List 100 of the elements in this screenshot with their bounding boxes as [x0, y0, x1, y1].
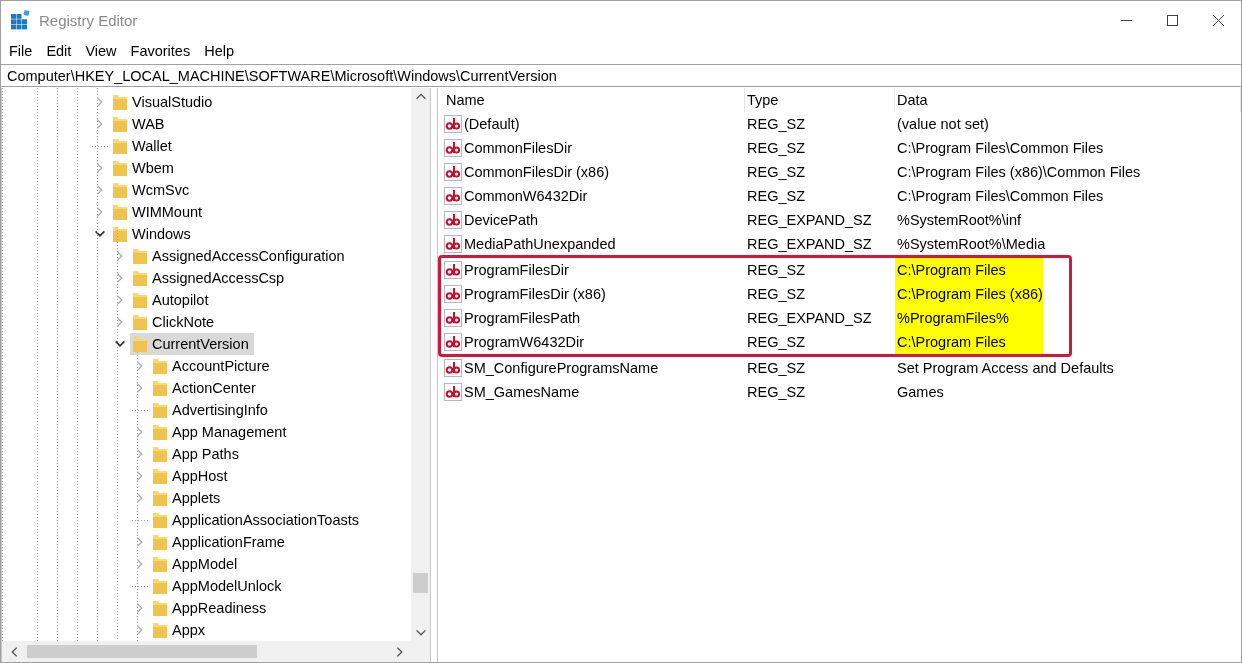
tree-item[interactable]: AppModelUnlock: [150, 575, 287, 597]
folder-icon: [112, 137, 128, 155]
folder-icon: [152, 621, 168, 639]
string-value-icon: [444, 309, 462, 327]
folder-icon: [112, 93, 128, 111]
string-value-icon: [444, 359, 462, 377]
string-value-icon: [444, 115, 462, 133]
folder-icon: [132, 269, 148, 287]
value-name-cell: ProgramFilesPath: [444, 309, 745, 327]
column-header[interactable]: Name: [444, 88, 745, 112]
value-data-cell-text: Games: [896, 383, 945, 402]
tree-item[interactable]: AppHost: [150, 465, 233, 487]
tree-item[interactable]: Windows: [110, 223, 196, 245]
tree-item[interactable]: WcmSvc: [110, 179, 195, 201]
value-type-cell-text: REG_SZ: [746, 360, 806, 376]
tree-item[interactable]: WIMMount: [110, 201, 208, 223]
value-data-cell-text: (value not set): [896, 115, 990, 134]
scroll-thumb[interactable]: [413, 573, 428, 593]
value-type-cell-text: REG_SZ: [746, 164, 806, 180]
value-data-cell-text: C:\Program Files\Common Files: [896, 187, 1105, 206]
close-icon: [1212, 14, 1224, 26]
tree-item[interactable]: AssignedAccessCsp: [130, 267, 290, 289]
scroll-thumb[interactable]: [27, 645, 257, 658]
tree-item[interactable]: WAB: [110, 113, 170, 135]
folder-icon: [152, 599, 168, 617]
tree-item[interactable]: ApplicationAssociationToasts: [150, 509, 364, 531]
address-bar[interactable]: Computer\HKEY_LOCAL_MACHINE\SOFTWARE\Microsoft\Windows\CurrentVersion: [1, 64, 1241, 87]
value-name-cell: (Default): [444, 115, 745, 133]
value-type-cell-text: REG_EXPAND_SZ: [746, 236, 873, 252]
value-name-cell: ProgramFilesDir (x86): [444, 285, 745, 303]
string-value-icon: [444, 261, 462, 279]
value-type-cell-text: REG_SZ: [746, 188, 806, 204]
menu-item[interactable]: Favorites: [123, 40, 198, 62]
tree-item[interactable]: AppModel: [150, 553, 243, 575]
value-type-cell-text: REG_SZ: [746, 286, 806, 302]
value-name-cell: ProgramFilesDir: [444, 261, 745, 279]
string-value-icon: [444, 285, 462, 303]
string-value-icon: [444, 383, 462, 401]
value-name-cell: CommonFilesDir (x86): [444, 163, 745, 181]
folder-icon: [112, 225, 128, 243]
folder-icon: [132, 335, 148, 353]
folder-icon: [152, 489, 168, 507]
column-header[interactable]: Type: [745, 88, 895, 112]
horizontal-scrollbar[interactable]: [2, 641, 430, 662]
value-name-cell: ProgramW6432Dir: [444, 333, 745, 351]
value-name-cell: SM_GamesName: [444, 383, 745, 401]
value-name-cell: CommonFilesDir: [444, 139, 745, 157]
value-data-cell-text: %SystemRoot%\inf: [896, 211, 1023, 230]
folder-icon: [152, 445, 168, 463]
column-header[interactable]: Data: [895, 88, 1241, 112]
tree-item[interactable]: CurrentVersion: [130, 333, 254, 355]
folder-icon: [152, 379, 168, 397]
folder-icon: [112, 115, 128, 133]
value-data-cell-text: C:\Program Files (x86)\Common Files: [896, 163, 1142, 182]
string-value-icon: [444, 235, 462, 253]
tree-item[interactable]: AppReadiness: [150, 597, 272, 619]
value-data-cell: C:\Program Files (x86): [895, 282, 1043, 306]
value-type-cell-text: REG_SZ: [746, 262, 806, 278]
menu-item[interactable]: Help: [197, 40, 241, 62]
value-data-cell: C:\Program Files: [895, 258, 1043, 282]
value-data-cell: %ProgramFiles%: [895, 306, 1043, 330]
folder-icon: [112, 203, 128, 221]
value-type-cell-text: REG_SZ: [746, 384, 806, 400]
value-type-cell-text: REG_SZ: [746, 334, 806, 350]
value-type-cell-text: REG_EXPAND_SZ: [746, 310, 873, 326]
value-name-cell: CommonW6432Dir: [444, 187, 745, 205]
tree-item[interactable]: App Paths: [150, 443, 244, 465]
tree-item[interactable]: Applets: [150, 487, 226, 509]
folder-icon: [112, 181, 128, 199]
folder-icon: [152, 357, 168, 375]
value-type-cell-text: REG_SZ: [746, 116, 806, 132]
value-name-cell: DevicePath: [444, 211, 745, 229]
menu-item[interactable]: File: [2, 40, 40, 62]
tree-item[interactable]: ClickNote: [130, 311, 220, 333]
tree-item[interactable]: AccountPicture: [150, 355, 275, 377]
tree-item[interactable]: Autopilot: [130, 289, 214, 311]
folder-icon: [152, 555, 168, 573]
string-value-icon: [444, 163, 462, 181]
tree-item[interactable]: Appx: [150, 619, 211, 641]
tree-item[interactable]: App Management: [150, 421, 292, 443]
string-value-icon: [444, 139, 462, 157]
value-type-cell-text: REG_SZ: [746, 140, 806, 156]
tree-item[interactable]: Wallet: [110, 135, 177, 157]
string-value-icon: [444, 333, 462, 351]
tree-item[interactable]: VisualStudio: [110, 91, 218, 113]
folder-icon: [132, 313, 148, 331]
app-icon: [10, 10, 30, 30]
tree-item[interactable]: Wbem: [110, 157, 179, 179]
menu-item[interactable]: View: [78, 40, 124, 62]
folder-icon: [112, 159, 128, 177]
tree-item[interactable]: AdvertisingInfo: [150, 399, 273, 421]
vertical-scrollbar[interactable]: [411, 88, 430, 641]
menu-item[interactable]: Edit: [39, 40, 79, 62]
value-name-cell: SM_ConfigureProgramsName: [444, 359, 745, 377]
tree-item[interactable]: AssignedAccessConfiguration: [130, 245, 350, 267]
value-name-cell: MediaPathUnexpanded: [444, 235, 745, 253]
tree-item[interactable]: ActionCenter: [150, 377, 261, 399]
folder-icon: [152, 423, 168, 441]
maximize-icon: [1166, 14, 1178, 26]
tree-item[interactable]: ApplicationFrame: [150, 531, 290, 553]
